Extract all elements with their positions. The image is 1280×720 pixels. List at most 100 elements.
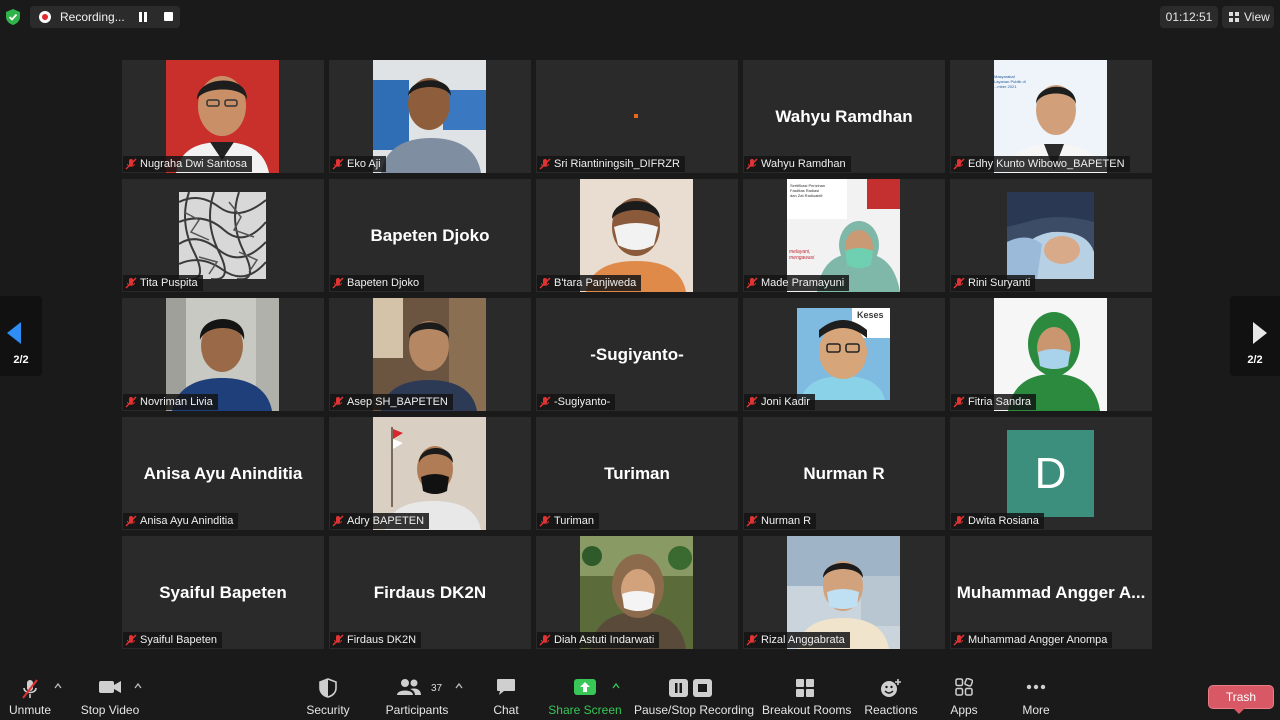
participant-name: B'tara Panjiweda [554,277,637,289]
participant-name: Made Pramayuni [761,277,845,289]
participant-name: Firdaus DK2N [347,634,417,646]
participant-name: Diah Astuti Indarwati [554,634,655,646]
participant-tile[interactable]: Firdaus DK2N Firdaus DK2N [329,536,531,649]
pause-stop-recording-button[interactable]: Pause/Stop Recording [634,672,755,720]
participant-tile[interactable]: Asep SH_BAPETEN [329,298,531,411]
page-indicator-right: 2/2 [1247,354,1263,366]
apps-icon [955,678,973,696]
participant-name: Muhammad Angger Anompa [968,634,1108,646]
reactions-label: Reactions [864,703,918,717]
mic-muted-icon [539,396,551,408]
participant-tile[interactable]: Muhammad Angger A... Muhammad Angger Ano… [950,536,1152,649]
reactions-button[interactable]: Reactions [862,672,920,720]
video-dot [634,114,638,118]
participant-tile[interactable]: Rini Suryanti [950,179,1152,292]
participant-tile[interactable]: Anisa Ayu Aninditia Anisa Ayu Aninditia [122,417,324,530]
participant-name-label: Joni Kadir [744,394,815,410]
avatar: D [1007,430,1094,517]
mic-muted-icon [125,396,137,408]
participant-tile[interactable]: Diah Astuti Indarwati [536,536,738,649]
mic-muted-icon [125,634,137,646]
participant-tile[interactable]: Novriman Livia [122,298,324,411]
participant-name-label: Tita Puspita [123,275,203,291]
arrow-right-icon [1253,322,1267,344]
participant-tile[interactable]: Rizal Anggabrata [743,536,945,649]
participant-name-label: Eko Aji [330,156,386,172]
pause-recording-icon[interactable] [138,12,148,22]
participant-tile[interactable]: Eko Aji [329,60,531,173]
record-icon [39,11,51,23]
participant-name-label: Sri Riantiningsih_DIFRZR [537,156,685,172]
participant-name-label: Anisa Ayu Aninditia [123,513,239,529]
recording-label: Recording... [60,10,125,24]
more-dots-icon [1026,684,1046,690]
mic-muted-icon [125,158,137,170]
participant-tile[interactable]: Syaiful Bapeten Syaiful Bapeten [122,536,324,649]
participant-tile[interactable]: Adry BAPETEN [329,417,531,530]
participant-name: Adry BAPETEN [347,515,425,527]
participant-name: Eko Aji [347,158,381,170]
participant-name: Rini Suryanti [968,277,1031,289]
apps-label: Apps [950,703,978,717]
unmute-button[interactable]: Unmute [2,672,58,720]
participant-tile[interactable]: Sri Riantiningsih_DIFRZR [536,60,738,173]
security-button[interactable]: Security [300,672,356,720]
background-text: Keses [857,310,884,320]
apps-button[interactable]: Apps [940,672,988,720]
mic-muted-icon [746,396,758,408]
chevron-up-icon[interactable] [54,682,62,690]
stop-video-button[interactable]: Stop Video [78,672,142,720]
breakout-rooms-button[interactable]: Breakout Rooms [762,672,851,720]
chevron-up-icon[interactable] [612,682,620,690]
participant-tile[interactable]: Turiman Turiman [536,417,738,530]
chat-bubble-icon [497,679,515,695]
participant-tile[interactable]: Sertifikasi Perizinan Fasilitas Radiasi … [743,179,945,292]
participants-count: 37 [431,683,443,694]
participants-label: Participants [385,703,449,717]
next-page-button[interactable]: 2/2 [1230,296,1280,376]
meeting-timer: 01:12:51 [1160,6,1218,28]
participant-tile[interactable]: Bapeten Djoko Bapeten Djoko [329,179,531,292]
chevron-up-icon[interactable] [134,682,142,690]
participant-tile[interactable]: Fitria Sandra [950,298,1152,411]
participants-button[interactable]: 37 Participants [383,672,451,720]
recording-indicator: Recording... [30,6,180,28]
participant-tile[interactable]: Keses Joni Kadir [743,298,945,411]
chevron-up-icon[interactable] [455,682,463,690]
participant-tile[interactable]: D Dwita Rosiana [950,417,1152,530]
participant-name-label: Bapeten Djoko [330,275,425,291]
mic-muted-icon [539,515,551,527]
previous-page-button[interactable]: 2/2 [0,296,42,376]
participant-video: Keses [797,308,890,400]
trash-tooltip[interactable]: Trash [1209,686,1273,714]
participant-tile[interactable]: Nurman R Nurman R [743,417,945,530]
participant-name-label: Edhy Kunto Wibowo_BAPETEN [951,156,1130,172]
shield-check-icon[interactable] [6,9,20,25]
chat-button[interactable]: Chat [482,672,530,720]
mic-muted-icon [332,396,344,408]
more-label: More [1022,703,1050,717]
participant-tile[interactable]: Tita Puspita [122,179,324,292]
participant-name-label: Syaiful Bapeten [123,632,223,648]
participant-name-label: -Sugiyanto- [537,394,616,410]
stop-recording-icon[interactable] [164,12,173,21]
video-camera-icon [99,681,121,693]
mic-muted-icon [539,634,551,646]
participant-tile[interactable]: B'tara Panjiweda [536,179,738,292]
more-button[interactable]: More [1012,672,1060,720]
participant-name-label: Firdaus DK2N [330,632,422,648]
mic-muted-icon [746,158,758,170]
view-button[interactable]: View [1222,6,1274,28]
participant-name-label: Wahyu Ramdhan [744,156,851,172]
participant-name: Nurman R [761,515,812,527]
pause-stop-recording-label: Pause/Stop Recording [634,703,755,717]
share-screen-button[interactable]: Share Screen [548,672,622,720]
participant-tile[interactable]: Nugraha Dwi Santosa [122,60,324,173]
shield-icon [319,678,337,698]
smiley-add-icon [881,679,901,697]
participant-tile[interactable]: -Sugiyanto- -Sugiyanto- [536,298,738,411]
participant-name: Edhy Kunto Wibowo_BAPETEN [968,158,1125,170]
participant-tile[interactable]: Masyarakat Layanan Publik di ...mber 202… [950,60,1152,173]
baby-image [1007,192,1094,279]
participant-tile[interactable]: Wahyu Ramdhan Wahyu Ramdhan [743,60,945,173]
